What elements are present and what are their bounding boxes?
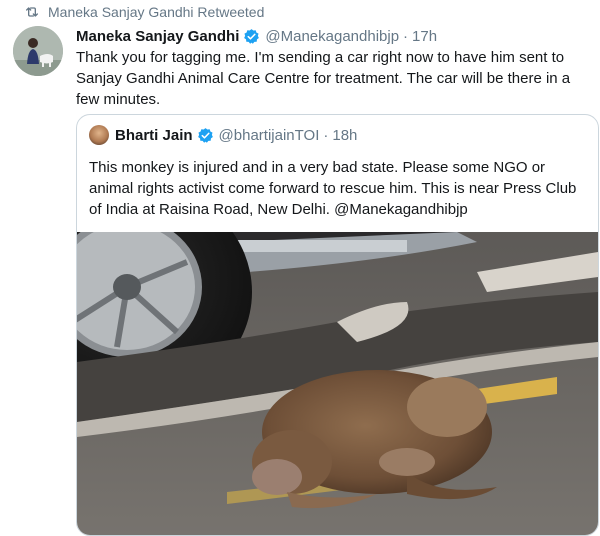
- quoted-timestamp[interactable]: 18h: [332, 127, 357, 144]
- tweet-header: Maneka Sanjay Gandhi @Manekagandhibjp · …: [76, 25, 437, 47]
- author-handle[interactable]: @Manekagandhibjp: [265, 28, 399, 45]
- retweet-icon: [26, 7, 38, 17]
- quoted-author-handle[interactable]: @bhartijainTOI: [219, 127, 320, 144]
- retweet-label: Maneka Sanjay Gandhi Retweeted: [48, 4, 265, 20]
- retweet-context[interactable]: Maneka Sanjay Gandhi Retweeted: [26, 3, 265, 21]
- separator-dot: ·: [323, 126, 329, 144]
- verified-badge-icon: [244, 28, 260, 44]
- quoted-tweet-header: Bharti Jain @bhartijainTOI · 18h: [89, 125, 357, 145]
- tweet-photo[interactable]: [77, 232, 598, 535]
- quoted-avatar[interactable]: [89, 125, 109, 145]
- quoted-tweet[interactable]: Bharti Jain @bhartijainTOI · 18h This mo…: [76, 114, 599, 536]
- author-name[interactable]: Maneka Sanjay Gandhi: [76, 28, 239, 45]
- verified-badge-icon: [197, 127, 213, 143]
- tweet-text: Thank you for tagging me. I'm sending a …: [76, 49, 571, 108]
- monkey-photo: [77, 232, 598, 535]
- tweet-timestamp[interactable]: 17h: [412, 28, 437, 45]
- separator-dot: ·: [403, 27, 409, 45]
- quoted-tweet-text: This monkey is injured and in a very bad…: [89, 159, 577, 218]
- quoted-author-name[interactable]: Bharti Jain: [115, 127, 193, 144]
- avatar[interactable]: [13, 26, 63, 76]
